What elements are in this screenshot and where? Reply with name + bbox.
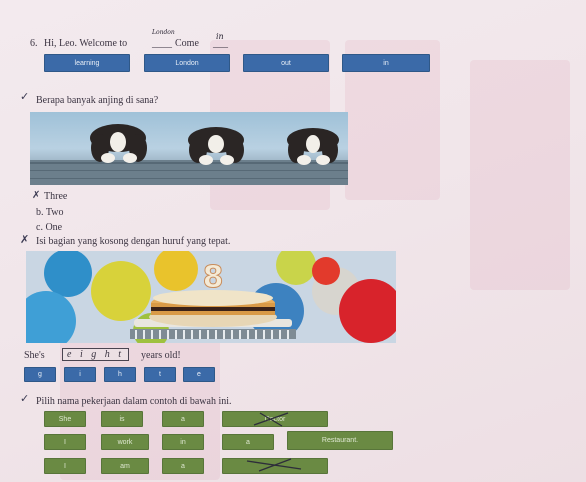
blank-line: ___ — [213, 38, 228, 49]
greeting-text-after: Come — [175, 38, 199, 49]
answer-option[interactable]: Three — [44, 191, 67, 202]
letter-e-button[interactable]: e — [183, 367, 215, 382]
dogs-prompt: Berapa banyak anjing di sana? — [36, 95, 159, 106]
word-work-button[interactable]: work — [101, 434, 149, 450]
checkmark-icon: ✓ — [20, 393, 30, 405]
word-i-button[interactable]: I — [44, 434, 86, 450]
blank-line: ____ — [152, 38, 172, 49]
greeting-text: Hi, Leo. Welcome to — [44, 38, 128, 49]
word-in-button[interactable]: in — [162, 434, 204, 450]
letter-i-button[interactable]: i — [64, 367, 96, 382]
cross-mark-icon: ✗ — [20, 234, 30, 246]
dogs-illustration — [30, 124, 348, 185]
word-i-button[interactable]: I — [44, 458, 86, 474]
worksheet-page: 6. Hi, Leo. Welcome to London ____ Come … — [0, 0, 586, 482]
cake-candle-number: 8 — [203, 260, 224, 295]
answer-option[interactable]: c. One — [36, 222, 62, 233]
answer-option[interactable]: b. Two — [36, 207, 63, 218]
filled-letter-boxes[interactable]: e i g h t — [62, 348, 129, 361]
birthday-prompt: Isi bagian yang kosong dengan huruf yang… — [36, 236, 231, 247]
word-she-button[interactable]: She — [44, 411, 86, 427]
cross-mark-icon: ✗ — [32, 190, 41, 201]
cross-out-icon — [253, 412, 289, 427]
dogs-image — [30, 112, 348, 185]
word-a-button[interactable]: a — [162, 458, 204, 474]
cross-out-icon — [246, 458, 302, 472]
question-number: 6. — [30, 38, 38, 49]
option-out-button[interactable]: out — [243, 54, 329, 72]
option-london-button[interactable]: London — [144, 54, 230, 72]
word-restaurant-button[interactable]: Restaurant. — [287, 431, 393, 450]
word-a-button[interactable]: a — [222, 434, 274, 450]
watermark-block — [470, 60, 570, 290]
letter-g-button[interactable]: g — [24, 367, 56, 382]
birthday-sentence-start: She's — [24, 350, 45, 361]
word-a-button[interactable]: a — [162, 411, 204, 427]
letter-t-button[interactable]: t — [144, 367, 176, 382]
birthday-sentence-end: years old! — [141, 350, 181, 361]
word-is-button[interactable]: is — [101, 411, 143, 427]
letter-h-button[interactable]: h — [104, 367, 136, 382]
birthday-cake-image: 8 — [26, 251, 396, 343]
word-am-button[interactable]: am — [101, 458, 149, 474]
handwritten-answer: London — [152, 29, 175, 36]
checkmark-icon: ✓ — [20, 91, 30, 103]
option-learning-button[interactable]: learning — [44, 54, 130, 72]
jobs-prompt: Pilih nama pekerjaan dalam contoh di baw… — [36, 396, 232, 407]
cake-illustration: 8 — [26, 251, 396, 343]
option-in-button[interactable]: in — [342, 54, 430, 72]
